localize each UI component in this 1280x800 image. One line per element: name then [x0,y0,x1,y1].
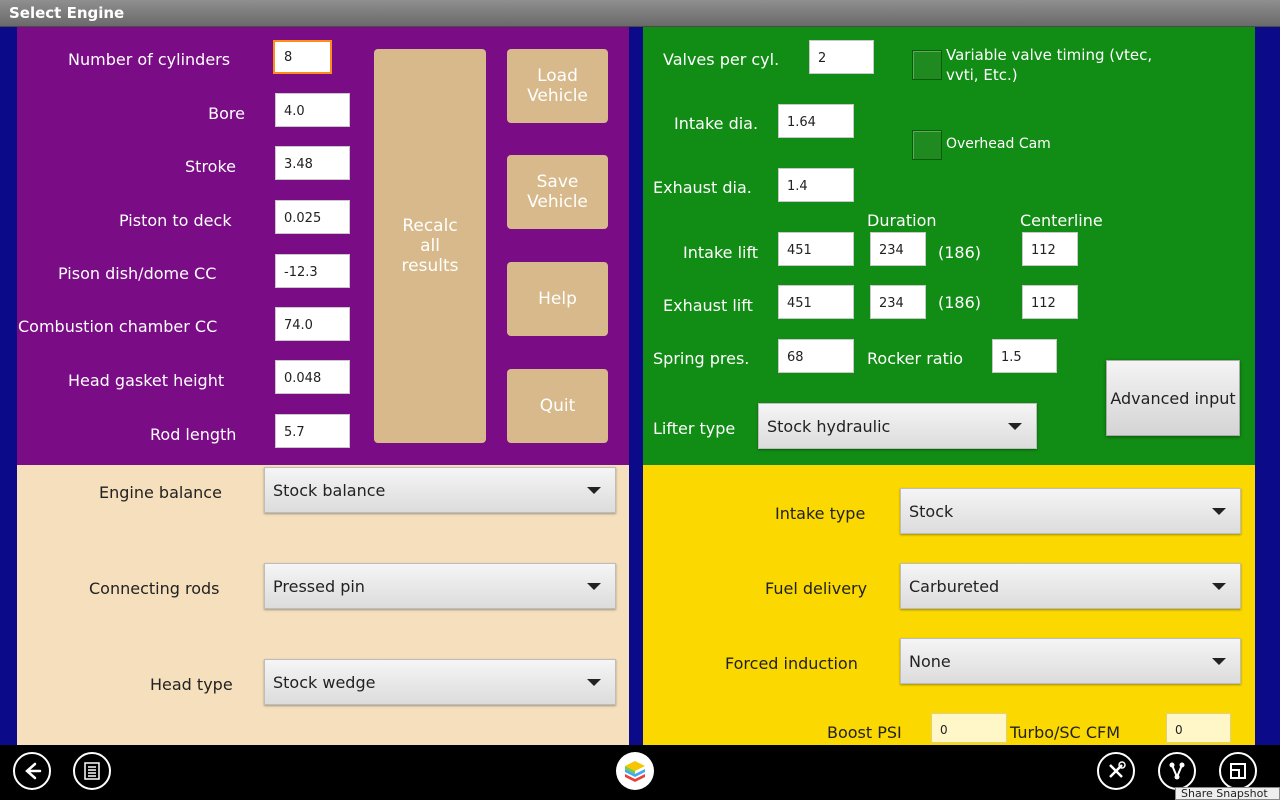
chevron-down-icon [587,583,601,590]
piston-dish-label: Pison dish/dome CC [58,264,217,283]
fuel-label: Fuel delivery [765,579,868,598]
balance-value: Stock balance [273,481,386,500]
intake-type-select[interactable]: Stock [900,488,1241,534]
window-icon[interactable] [1219,752,1257,790]
gasket-label: Head gasket height [68,371,225,390]
head-type-value: Stock wedge [273,673,376,692]
duration-header: Duration [867,211,937,230]
back-icon[interactable] [13,752,51,790]
gasket-input[interactable]: 0.048 [275,360,350,394]
exhaust-dia-input[interactable]: 1.4 [778,168,854,202]
quit-button[interactable]: Quit [507,369,608,443]
window-title: Select Engine [9,4,125,22]
balance-select[interactable]: Stock balance [264,467,616,513]
cfm-input[interactable]: 0 [1166,713,1231,743]
chevron-down-icon [1212,508,1226,515]
rod-length-input[interactable]: 5.7 [275,414,350,448]
forced-select[interactable]: None [900,638,1241,684]
save-vehicle-button[interactable]: Save Vehicle [507,155,608,229]
piston-deck-label: Piston to deck [119,211,232,230]
cylinders-label: Number of cylinders [68,50,231,69]
exhaust-centerline-input[interactable]: 112 [1022,285,1078,319]
exhaust-lift-label: Exhaust lift [663,296,753,315]
chevron-down-icon [1008,423,1022,430]
balance-label: Engine balance [99,483,222,502]
intake-lift-input[interactable]: 451 [778,232,854,266]
rocker-label: Rocker ratio [867,349,964,368]
exhaust-duration-input[interactable]: 234 [870,285,926,319]
vvt-label: Variable valve timing (vtec, vvti, Etc.) [946,46,1153,84]
menu-icon[interactable] [73,752,111,790]
intake-dia-label: Intake dia. [674,114,759,133]
lifter-value: Stock hydraulic [767,417,891,436]
rods-value: Pressed pin [273,577,365,596]
exhaust-dia-label: Exhaust dia. [653,178,752,197]
valves-label: Valves per cyl. [663,50,780,69]
share-snapshot-tooltip: Share Snapshot [1175,787,1280,800]
app-logo-icon[interactable] [616,752,654,790]
chevron-down-icon [587,487,601,494]
intake-centerline-input[interactable]: 112 [1022,232,1078,266]
rods-select[interactable]: Pressed pin [264,563,616,609]
bore-label: Bore [208,104,245,123]
spring-input[interactable]: 68 [778,339,854,373]
valves-input[interactable]: 2 [809,40,874,74]
stroke-input[interactable]: 3.48 [275,146,350,180]
intake-lift-label: Intake lift [683,243,759,262]
recalc-button[interactable]: Recalc all results [374,49,486,443]
chevron-down-icon [587,679,601,686]
lifter-label: Lifter type [653,419,736,438]
intake-type-value: Stock [909,502,954,521]
vvt-checkbox[interactable] [912,50,942,80]
piston-deck-input[interactable]: 0.025 [275,200,350,234]
advanced-input-button[interactable]: Advanced input [1106,360,1240,436]
intake-duration-calc: (186) [938,243,982,262]
fuel-select[interactable]: Carbureted [900,563,1241,609]
boost-input[interactable]: 0 [931,713,1007,743]
chevron-down-icon [1212,658,1226,665]
cylinders-input[interactable]: 8 [273,40,332,74]
tools-icon[interactable] [1097,752,1135,790]
intake-type-label: Intake type [775,504,866,523]
chamber-input[interactable]: 74.0 [275,307,350,341]
chevron-down-icon [1212,583,1226,590]
rod-length-label: Rod length [150,425,237,444]
exhaust-lift-input[interactable]: 451 [778,285,854,319]
forced-label: Forced induction [725,654,858,673]
head-type-label: Head type [150,675,233,694]
boost-label: Boost PSI [827,723,902,742]
rocker-input[interactable]: 1.5 [992,339,1057,373]
cfm-label: Turbo/SC CFM [1010,723,1120,742]
load-vehicle-button[interactable]: Load Vehicle [507,49,608,123]
piston-dish-input[interactable]: -12.3 [275,254,350,288]
bore-input[interactable]: 4.0 [275,93,350,127]
overhead-cam-checkbox[interactable] [912,130,942,160]
stroke-label: Stroke [185,157,236,176]
spring-label: Spring pres. [653,349,750,368]
fuel-value: Carbureted [909,577,1000,596]
forced-value: None [909,652,951,671]
head-type-select[interactable]: Stock wedge [264,659,616,705]
help-button[interactable]: Help [507,262,608,336]
intake-duration-input[interactable]: 234 [870,232,926,266]
intake-dia-input[interactable]: 1.64 [778,104,854,138]
title-bar: Select Engine [0,0,1280,27]
rods-label: Connecting rods [89,579,220,598]
exhaust-duration-calc: (186) [938,293,982,312]
overhead-cam-label: Overhead Cam [946,136,1051,152]
lifter-select[interactable]: Stock hydraulic [758,403,1037,449]
chamber-label: Combustion chamber CC [18,317,218,336]
centerline-header: Centerline [1020,211,1103,230]
share-icon[interactable] [1158,752,1196,790]
